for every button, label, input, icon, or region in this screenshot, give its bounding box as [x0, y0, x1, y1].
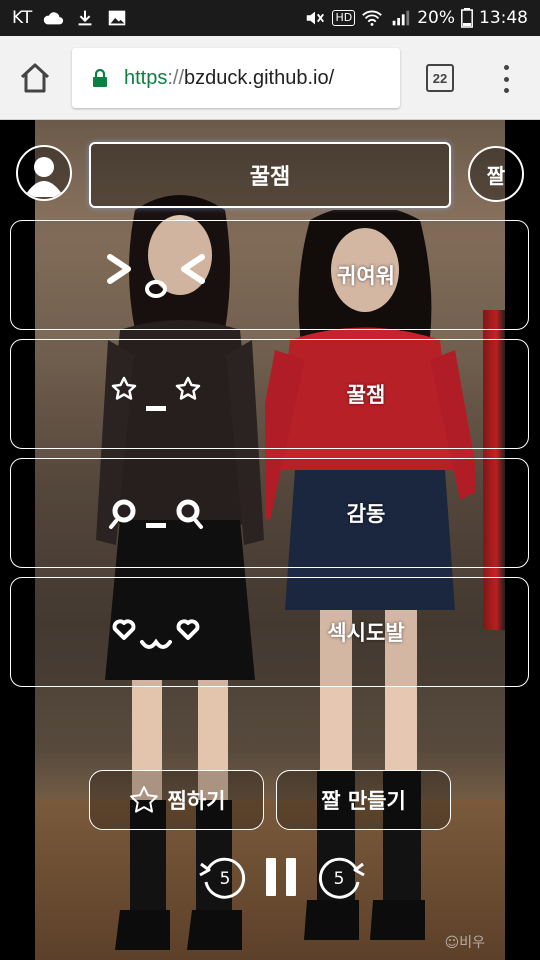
hd-icon: HD — [332, 10, 356, 26]
url-scheme: https — [124, 66, 168, 89]
lock-icon — [93, 68, 107, 87]
forward-seconds-label: 5 — [334, 869, 345, 889]
mute-icon — [307, 11, 325, 25]
category-sexy-button[interactable]: 섹시도발 — [10, 577, 529, 687]
wifi-icon — [362, 10, 383, 26]
star-eyes-emoticon-icon — [111, 376, 201, 411]
app-content: ☺비우 꿀잼 짤 귀여워 꿀잼 감동 섹시도발 찜하기 짤 만들기 5 5 — [0, 120, 540, 960]
overflow-menu-icon[interactable] — [496, 62, 516, 96]
home-icon[interactable] — [18, 62, 52, 94]
favorite-button[interactable]: 찜하기 — [89, 770, 264, 830]
user-icon — [24, 157, 64, 197]
teary-eyes-emoticon-icon — [109, 499, 203, 529]
forward-5-icon[interactable]: 5 — [316, 852, 366, 902]
category-label: 감동 — [346, 502, 386, 526]
happy-squint-emoticon-icon — [107, 254, 205, 298]
make-zzal-button-label: 짤 만들기 — [321, 789, 406, 813]
clock: 13:48 — [479, 8, 528, 28]
tab-switcher-button[interactable]: 22 — [426, 64, 454, 92]
category-label: 섹시도발 — [327, 621, 405, 645]
favorite-button-label: 찜하기 — [167, 789, 226, 813]
zzal-button[interactable]: 짤 — [468, 146, 524, 202]
tab-count: 22 — [432, 70, 448, 86]
url-separator: :// — [167, 66, 185, 89]
zzal-button-label: 짤 — [486, 163, 506, 188]
download-icon — [78, 10, 92, 26]
profile-avatar-button[interactable] — [16, 145, 72, 201]
rewind-5-icon[interactable]: 5 — [198, 852, 248, 902]
browser-toolbar: https://bzduck.github.io/ 22 — [0, 36, 540, 120]
category-cute-button[interactable]: 귀여워 — [10, 220, 529, 330]
category-label: 귀여워 — [337, 264, 395, 288]
battery-icon — [461, 8, 473, 28]
cloud-icon — [43, 12, 64, 25]
image-icon — [108, 10, 126, 26]
category-title-box[interactable]: 꿀잼 — [89, 142, 451, 208]
url-host: bzduck.github.io/ — [184, 66, 335, 89]
star-icon — [129, 786, 158, 813]
battery-percent: 20% — [417, 8, 455, 28]
video-watermark: ☺비우 — [444, 935, 485, 951]
page-title: 꿀잼 — [249, 165, 291, 190]
url-bar[interactable]: https://bzduck.github.io/ — [72, 48, 400, 108]
heart-eyes-emoticon-icon — [112, 619, 200, 649]
category-funny-button[interactable]: 꿀잼 — [10, 339, 529, 449]
category-label: 꿀잼 — [346, 383, 386, 407]
rewind-seconds-label: 5 — [220, 869, 231, 889]
pause-button[interactable] — [266, 858, 296, 896]
carrier-label: KT — [12, 8, 33, 28]
status-bar: KT HD 20% 13:48 — [0, 0, 540, 36]
category-touching-button[interactable]: 감동 — [10, 458, 529, 568]
make-zzal-button[interactable]: 짤 만들기 — [276, 770, 451, 830]
signal-icon — [392, 10, 410, 26]
